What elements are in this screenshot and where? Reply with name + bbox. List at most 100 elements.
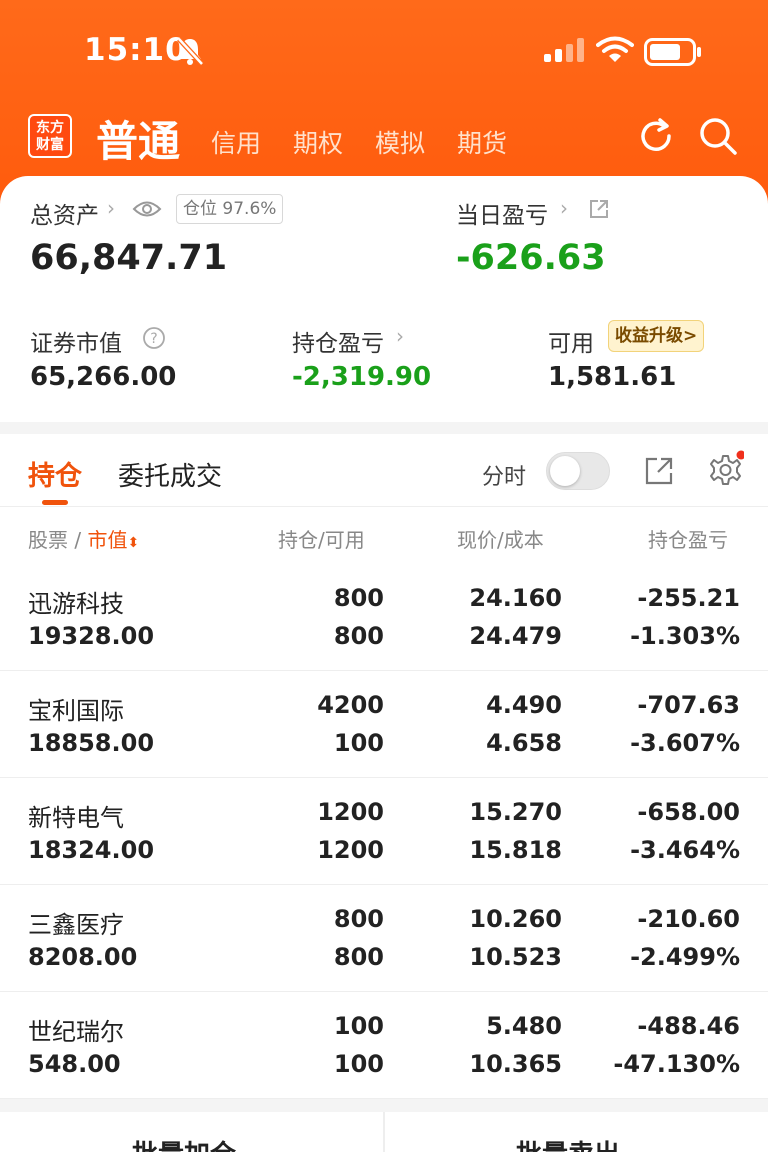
holding-pnl-percent: -1.303% xyxy=(630,622,740,650)
tab-credit[interactable]: 信用 xyxy=(211,124,261,160)
stock-name: 三鑫医疗 xyxy=(28,911,124,939)
chevron-right-icon[interactable]: › xyxy=(107,196,115,220)
sort-arrows-icon[interactable]: ⬍ xyxy=(127,535,139,551)
logo-text-top: 东方 xyxy=(36,120,64,136)
brand-logo[interactable]: 东方 财富 xyxy=(28,114,72,158)
holding-pnl-value: -2,319.90 xyxy=(292,362,432,392)
holding-row[interactable]: 三鑫医疗 8208.00 800 800 10.260 10.523 -210.60 -2.4… xyxy=(0,885,768,992)
intraday-label: 分时 xyxy=(482,465,527,490)
column-header-pnl: 持仓盈亏 xyxy=(648,528,728,552)
column-header-stock[interactable]: 股票 / 市值⬍ xyxy=(28,524,139,553)
holding-pnl-amount: -658.00 xyxy=(637,798,740,826)
batch-add-button[interactable]: 批量加仓 xyxy=(132,1134,236,1152)
stock-market-value: 548.00 xyxy=(28,1050,121,1078)
holding-row[interactable]: 宝利国际 18858.00 4200 100 4.490 4.658 -707.63 -3.6… xyxy=(0,671,768,778)
available-quantity: 1200 xyxy=(317,836,384,864)
bottom-divider xyxy=(383,1112,385,1152)
current-price: 10.260 xyxy=(469,905,562,933)
account-type-nav: 东方 财富 普通 信用 期权 模拟 期货 xyxy=(0,108,768,168)
chevron-right-icon[interactable]: › xyxy=(560,196,568,220)
cellular-signal-icon xyxy=(544,38,584,62)
active-tab-indicator xyxy=(42,500,68,505)
holding-pnl-percent: -3.607% xyxy=(630,729,740,757)
stock-market-value: 19328.00 xyxy=(28,622,155,650)
batch-sell-button[interactable]: 批量卖出 xyxy=(516,1134,620,1152)
eye-icon[interactable] xyxy=(132,198,162,220)
market-value-header-label: 市值 xyxy=(87,528,128,552)
stock-name: 迅游科技 xyxy=(28,590,124,618)
holding-pnl-amount: -488.46 xyxy=(637,1012,740,1040)
settings-gear-icon[interactable] xyxy=(704,450,744,490)
tab-divider xyxy=(0,506,768,507)
tab-orders-trades[interactable]: 委托成交 xyxy=(118,456,222,493)
tab-holdings[interactable]: 持仓 xyxy=(28,454,82,493)
chevron-right-icon[interactable]: › xyxy=(396,324,404,348)
logo-text-bottom: 财富 xyxy=(36,137,64,153)
holding-quantity: 4200 xyxy=(317,691,384,719)
current-price: 15.270 xyxy=(469,798,562,826)
total-assets-value: 66,847.71 xyxy=(30,238,228,278)
holding-pnl-amount: -210.60 xyxy=(637,905,740,933)
total-assets-label[interactable]: 总资产 xyxy=(30,196,99,230)
stock-name: 新特电气 xyxy=(28,804,124,832)
stock-name: 宝利国际 xyxy=(28,697,124,725)
cost-price: 4.658 xyxy=(486,729,562,757)
holding-quantity: 800 xyxy=(333,905,384,933)
search-icon[interactable] xyxy=(698,116,738,156)
available-quantity: 800 xyxy=(333,622,384,650)
export-icon[interactable] xyxy=(644,456,674,486)
holding-quantity: 100 xyxy=(333,1012,384,1040)
refresh-icon[interactable] xyxy=(636,116,676,156)
stock-market-value: 18858.00 xyxy=(28,729,155,757)
share-out-icon[interactable] xyxy=(588,198,610,220)
intraday-toggle[interactable] xyxy=(546,452,610,490)
stock-name: 世纪瑞尔 xyxy=(28,1018,124,1046)
stock-market-value: 8208.00 xyxy=(28,943,138,971)
holding-pnl-label[interactable]: 持仓盈亏 xyxy=(292,324,384,358)
cost-price: 15.818 xyxy=(469,836,562,864)
daily-pnl-value: -626.63 xyxy=(456,238,606,278)
holding-quantity: 800 xyxy=(333,584,384,612)
current-price: 4.490 xyxy=(486,691,562,719)
column-header-holding: 持仓/可用 xyxy=(278,528,365,552)
available-value: 1,581.61 xyxy=(548,362,677,392)
market-value-label: 证券市值 xyxy=(30,331,122,357)
position-ratio-badge: 仓位 97.6% xyxy=(176,194,284,224)
market-value-value: 65,266.00 xyxy=(30,362,177,392)
wifi-icon xyxy=(596,36,634,62)
status-bar: 15:10 xyxy=(0,0,768,100)
status-time: 15:10 xyxy=(84,32,188,68)
holding-row[interactable]: 世纪瑞尔 548.00 100 100 5.480 10.365 -488.46 -47.13… xyxy=(0,992,768,1099)
stock-market-value: 18324.00 xyxy=(28,836,155,864)
cost-price: 24.479 xyxy=(469,622,562,650)
cost-price: 10.365 xyxy=(469,1050,562,1078)
tab-futures[interactable]: 期货 xyxy=(457,124,507,160)
available-label: 可用 xyxy=(548,331,594,357)
holding-pnl-percent: -3.464% xyxy=(630,836,740,864)
toggle-knob xyxy=(550,456,580,486)
holding-quantity: 1200 xyxy=(317,798,384,826)
stock-header-label: 股票 xyxy=(28,528,68,552)
daily-pnl-label[interactable]: 当日盈亏 xyxy=(456,196,548,230)
cost-price: 10.523 xyxy=(469,943,562,971)
available-quantity: 800 xyxy=(333,943,384,971)
holding-row[interactable]: 迅游科技 19328.00 800 800 24.160 24.479 -255.21 -1.… xyxy=(0,564,768,671)
current-price: 24.160 xyxy=(469,584,562,612)
tab-normal[interactable]: 普通 xyxy=(96,108,180,169)
svg-text:?: ? xyxy=(150,331,157,347)
column-header-price: 现价/成本 xyxy=(457,528,544,552)
bottom-action-bar: 批量加仓 批量卖出 xyxy=(0,1112,768,1152)
holding-pnl-amount: -707.63 xyxy=(637,691,740,719)
mute-bell-icon xyxy=(177,37,204,66)
holding-row[interactable]: 新特电气 18324.00 1200 1200 15.270 15.818 -658.00 -… xyxy=(0,778,768,885)
tab-options[interactable]: 期权 xyxy=(293,124,343,160)
current-price: 5.480 xyxy=(486,1012,562,1040)
tab-simulated[interactable]: 模拟 xyxy=(375,124,425,160)
help-icon[interactable]: ? xyxy=(142,326,166,350)
holdings-panel: 持仓 委托成交 分时 股票 / 市值⬍ 持仓/可用 现价/成本 持仓盈亏 迅游科… xyxy=(0,434,768,1099)
available-quantity: 100 xyxy=(333,1050,384,1078)
available-quantity: 100 xyxy=(333,729,384,757)
holding-pnl-percent: -47.130% xyxy=(613,1050,740,1078)
holding-pnl-amount: -255.21 xyxy=(637,584,740,612)
yield-upgrade-badge[interactable]: 收益升级> xyxy=(608,320,705,352)
